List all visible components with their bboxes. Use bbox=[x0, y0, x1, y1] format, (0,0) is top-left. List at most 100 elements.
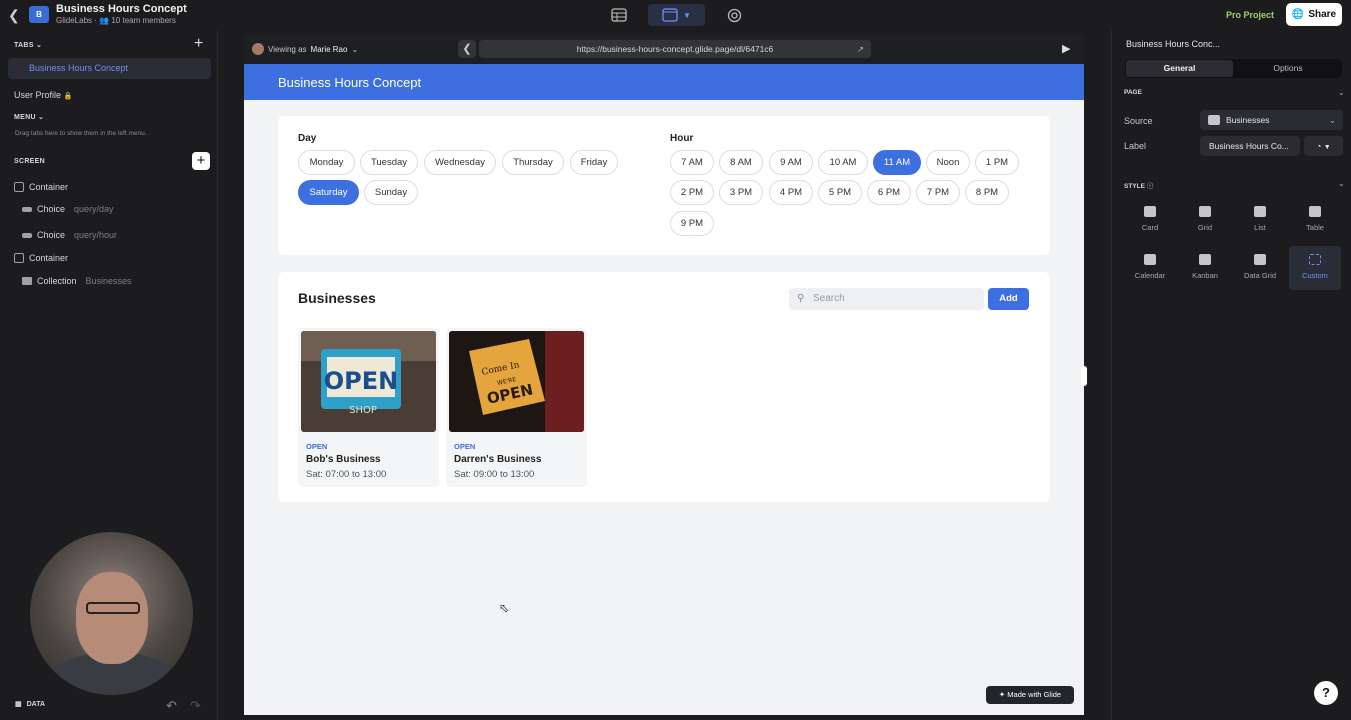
data-editor-table-icon[interactable] bbox=[606, 4, 632, 26]
tree-item-collection[interactable]: Collection Businesses bbox=[22, 276, 132, 286]
hour-chip[interactable]: 4 PM bbox=[769, 180, 813, 205]
status-badge: OPEN bbox=[454, 442, 476, 451]
tree-item-choice-hour[interactable]: Choice query/hour bbox=[22, 230, 117, 240]
style-card[interactable]: Card bbox=[1124, 198, 1176, 242]
day-chip[interactable]: Tuesday bbox=[360, 150, 418, 175]
choice-icon bbox=[22, 206, 32, 212]
style-list[interactable]: List bbox=[1234, 198, 1286, 242]
card-icon bbox=[1144, 206, 1156, 217]
business-image: Come In WE'RE OPEN bbox=[449, 331, 584, 432]
page-section-header[interactable]: PAGE bbox=[1124, 89, 1142, 96]
hour-chip[interactable]: 9 AM bbox=[769, 150, 813, 175]
hour-chip[interactable]: 10 AM bbox=[818, 150, 868, 175]
tab-general[interactable]: General bbox=[1126, 60, 1233, 77]
screen-header: SCREEN bbox=[14, 158, 45, 165]
share-button[interactable]: 🌐 Share bbox=[1286, 3, 1342, 26]
data-grid-icon bbox=[1254, 254, 1266, 265]
url-bar[interactable]: https://business-hours-concept.glide.pag… bbox=[479, 40, 871, 58]
tree-item-choice-day[interactable]: Choice query/day bbox=[22, 204, 114, 214]
businesses-card: Businesses ⚲ Search Add OPEN SHOP OPEN Bo… bbox=[278, 272, 1050, 502]
redo-icon[interactable]: ↷ bbox=[190, 698, 201, 714]
day-chip[interactable]: Monday bbox=[298, 150, 355, 175]
custom-icon bbox=[1309, 254, 1321, 265]
viewing-as-selector[interactable]: Viewing as Marie Rao ⌄ bbox=[252, 43, 358, 55]
business-name: Bob's Business bbox=[306, 454, 381, 465]
source-select[interactable]: Businesses ⌄ bbox=[1200, 110, 1343, 130]
label-input[interactable]: Business Hours Co... bbox=[1200, 136, 1300, 156]
data-tab[interactable]: ▦ DATA bbox=[15, 700, 45, 709]
page-title: Business Hours Concept bbox=[278, 75, 422, 90]
style-section-header[interactable]: STYLE ⓘ bbox=[1124, 180, 1153, 190]
tab-item-business-hours[interactable]: Business Hours Concept bbox=[8, 58, 211, 79]
right-panel: Business Hours Conc... General Options P… bbox=[1111, 30, 1351, 720]
style-calendar[interactable]: Calendar bbox=[1124, 246, 1176, 290]
hour-chip[interactable]: 5 PM bbox=[818, 180, 862, 205]
hour-chip[interactable]: Noon bbox=[926, 150, 970, 175]
business-card[interactable]: OPEN SHOP OPEN Bob's Business Sat: 07:00… bbox=[298, 328, 439, 487]
mouse-cursor-icon: ⬁ bbox=[499, 601, 510, 615]
style-kanban[interactable]: Kanban bbox=[1179, 246, 1231, 290]
day-chip[interactable]: Sunday bbox=[364, 180, 418, 205]
day-chip[interactable]: Wednesday bbox=[424, 150, 496, 175]
add-button[interactable]: Add bbox=[988, 288, 1029, 310]
tree-item-container-2[interactable]: Container bbox=[14, 253, 68, 263]
app-header: Business Hours Concept bbox=[244, 64, 1084, 100]
hour-chip[interactable]: 2 PM bbox=[670, 180, 714, 205]
resize-handle[interactable] bbox=[1081, 366, 1087, 386]
hour-chip[interactable]: 6 PM bbox=[867, 180, 911, 205]
style-custom-selected[interactable]: Custom bbox=[1289, 246, 1341, 290]
chevron-down-icon[interactable]: ⌄ bbox=[1338, 88, 1345, 97]
label-options-button[interactable]: ◔ ▼ bbox=[1304, 136, 1343, 156]
business-hours: Sat: 07:00 to 13:00 bbox=[306, 469, 387, 480]
hour-chip[interactable]: 3 PM bbox=[719, 180, 763, 205]
play-icon[interactable]: ▶ bbox=[1062, 42, 1070, 55]
label-label: Label bbox=[1124, 141, 1147, 151]
external-link-icon[interactable]: ↗ bbox=[857, 40, 864, 58]
tab-options[interactable]: Options bbox=[1235, 60, 1341, 77]
hour-chip[interactable]: 8 AM bbox=[719, 150, 763, 175]
menu-header[interactable]: MENU ⌄ bbox=[14, 113, 44, 121]
general-options-toggle: General Options bbox=[1125, 59, 1342, 78]
chevron-down-icon[interactable]: ⌄ bbox=[1338, 179, 1345, 188]
back-chevron-icon[interactable]: ❮ bbox=[8, 7, 22, 23]
style-table[interactable]: Table bbox=[1289, 198, 1341, 242]
day-chip[interactable]: Friday bbox=[570, 150, 618, 175]
tabs-header[interactable]: TABS ⌄ bbox=[14, 41, 42, 49]
day-chip-selected[interactable]: Saturday bbox=[298, 180, 359, 205]
hour-chip[interactable]: 7 AM bbox=[670, 150, 714, 175]
style-grid[interactable]: Grid bbox=[1179, 198, 1231, 242]
compass-icon: ◔ bbox=[1316, 141, 1322, 151]
hour-chip[interactable]: 8 PM bbox=[965, 180, 1009, 205]
settings-gear-icon[interactable] bbox=[722, 4, 746, 26]
business-card[interactable]: Come In WE'RE OPEN OPEN Darren's Busines… bbox=[446, 328, 587, 487]
day-chip[interactable]: Thursday bbox=[502, 150, 564, 175]
tab-item-user-profile[interactable]: User Profile 🔒 bbox=[14, 90, 72, 100]
glide-logo-icon: ✦ bbox=[998, 690, 1006, 699]
add-component-button[interactable]: + bbox=[192, 152, 210, 170]
hour-chip[interactable]: 7 PM bbox=[916, 180, 960, 205]
kanban-icon bbox=[1199, 254, 1211, 265]
layout-editor-icon[interactable]: ▼ bbox=[648, 4, 705, 26]
day-label: Day bbox=[298, 133, 317, 144]
business-hours: Sat: 09:00 to 13:00 bbox=[454, 469, 535, 480]
pro-project-link[interactable]: Pro Project bbox=[1226, 10, 1274, 20]
container-icon bbox=[14, 182, 24, 192]
add-tab-icon[interactable]: + bbox=[194, 35, 203, 53]
undo-icon[interactable]: ↶ bbox=[166, 698, 177, 714]
made-with-glide-badge[interactable]: ✦ Made with Glide bbox=[986, 686, 1074, 704]
hour-chip[interactable]: 9 PM bbox=[670, 211, 714, 236]
list-icon bbox=[1254, 206, 1266, 217]
back-nav-button[interactable]: ❮ bbox=[458, 40, 476, 58]
hour-chip[interactable]: 1 PM bbox=[975, 150, 1019, 175]
hour-chip-selected[interactable]: 11 AM bbox=[873, 150, 921, 175]
search-input[interactable]: ⚲ Search bbox=[789, 288, 984, 310]
app-title: Business Hours Concept bbox=[56, 3, 187, 15]
tree-item-container[interactable]: Container bbox=[14, 182, 68, 192]
help-button[interactable]: ? bbox=[1314, 681, 1338, 705]
sheet-icon bbox=[1208, 115, 1220, 125]
style-data-grid[interactable]: Data Grid bbox=[1234, 246, 1286, 290]
top-bar: ❮ B Business Hours Concept GlideLabs · 👥… bbox=[0, 0, 1351, 30]
chevron-down-icon: ▼ bbox=[683, 10, 691, 20]
choice-card: Day Monday Tuesday Wednesday Thursday Fr… bbox=[278, 116, 1050, 255]
webcam-video-overlay bbox=[30, 532, 193, 695]
